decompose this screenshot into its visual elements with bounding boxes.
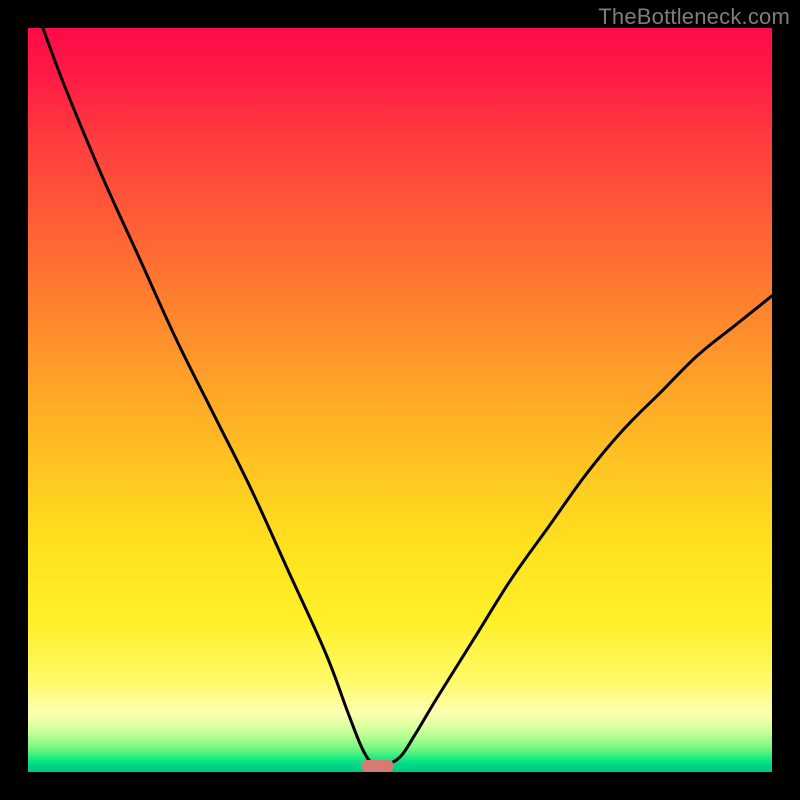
watermark-text: TheBottleneck.com [598, 4, 790, 30]
bottleneck-curve [28, 28, 772, 772]
plot-area [28, 28, 772, 772]
optimal-marker [361, 760, 394, 772]
chart-frame: TheBottleneck.com [0, 0, 800, 800]
